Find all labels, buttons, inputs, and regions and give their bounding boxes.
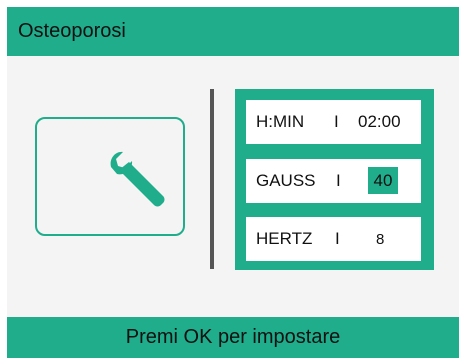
gauss-label: GAUSS xyxy=(256,171,316,190)
parameters-panel: H:MIN I 02:00 GAUSS I 40 HERTZ I 8 xyxy=(235,89,434,270)
footer-hint: Premi OK per impostare xyxy=(7,317,459,358)
vertical-divider xyxy=(210,89,214,269)
wrench-icon xyxy=(110,151,165,207)
page-title: Osteoporosi xyxy=(7,7,459,56)
time-label: H:MIN xyxy=(256,112,305,131)
gauss-value: 40 xyxy=(368,167,398,194)
time-separator: I xyxy=(334,112,339,131)
hertz-label: HERTZ xyxy=(256,229,313,248)
device-screen: Osteoporosi H:MIN I 02:00 GAUSS I 40 HER… xyxy=(7,7,459,358)
settings-tile[interactable] xyxy=(35,117,185,236)
time-value: 02:00 xyxy=(358,112,401,131)
param-row-hertz[interactable]: HERTZ I 8 xyxy=(246,217,421,261)
param-row-time[interactable]: H:MIN I 02:00 xyxy=(246,100,421,144)
hertz-separator: I xyxy=(335,229,340,248)
hertz-value: 8 xyxy=(376,231,385,248)
param-row-gauss[interactable]: GAUSS I 40 xyxy=(246,159,421,203)
gauss-separator: I xyxy=(336,171,341,190)
